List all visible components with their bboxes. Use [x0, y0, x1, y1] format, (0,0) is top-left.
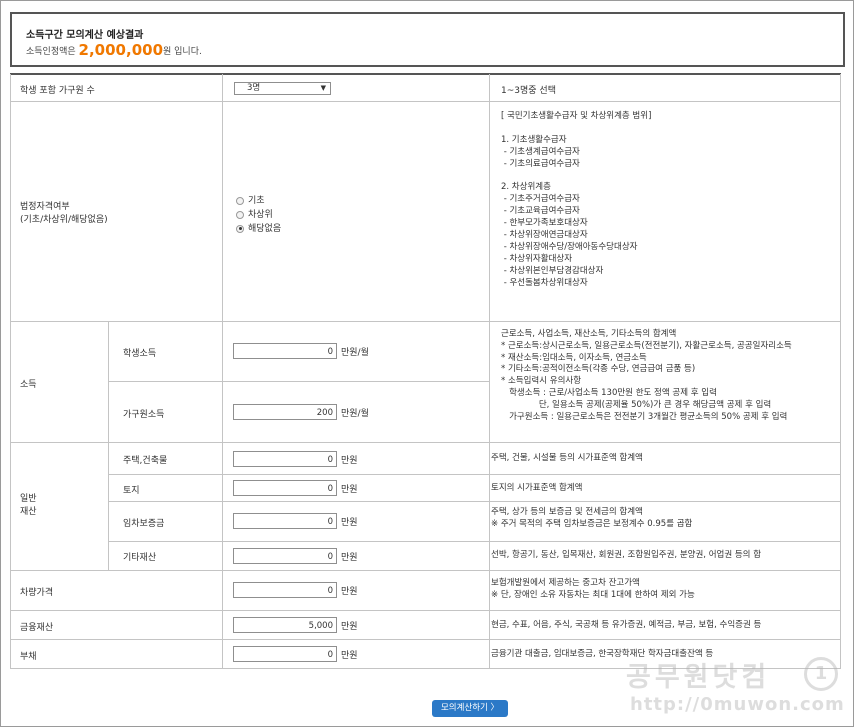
household-note: 1~3명중 선택 [501, 86, 556, 96]
vehicle-label: 차량가격 [20, 588, 54, 598]
legal-status-label: 법정자격여부 (기초/차상위/해당없음) [20, 202, 108, 225]
result-prefix: 소득인정액은 [26, 47, 79, 57]
row-divider [10, 442, 841, 443]
row-divider [10, 570, 841, 571]
radio-near-poverty-label: 차상위 [248, 210, 273, 220]
col-divider [222, 571, 223, 669]
legal-status-note: [ 국민기초생활수급자 및 차상위계층 범위] 1. 기초생활수급자 - 기초생… [501, 111, 652, 288]
debt-label: 부채 [20, 652, 37, 662]
dropdown-arrow-icon: ▼ [320, 84, 326, 92]
family-income-label: 가구원소득 [123, 410, 165, 420]
radio-icon [236, 210, 244, 219]
debt-unit: 만원 [341, 651, 358, 661]
property-deposit-input[interactable]: 0 [233, 513, 337, 529]
family-income-unit: 만원/월 [341, 409, 369, 419]
property-other-label: 기타재산 [123, 553, 157, 563]
property-other-unit: 만원 [341, 553, 358, 563]
col-divider [222, 74, 223, 102]
vehicle-note: 보험개발원에서 제공하는 중고차 잔고가액 ※ 단, 장애인 소유 자동차는 최… [491, 578, 695, 600]
property-land-input[interactable]: 0 [233, 480, 337, 496]
family-income-input[interactable]: 200 [233, 404, 337, 420]
household-selected: 3명 [247, 83, 261, 93]
property-deposit-unit: 만원 [341, 518, 358, 528]
vehicle-input[interactable]: 0 [233, 582, 337, 598]
student-income-label: 학생소득 [123, 349, 157, 359]
result-title: 소득구간 모의계산 예상결과 [26, 30, 144, 41]
row-divider [10, 639, 841, 640]
radio-basic[interactable]: 기초 [236, 193, 265, 206]
property-land-unit: 만원 [341, 485, 358, 495]
radio-selected-icon [236, 224, 244, 233]
income-label: 소득 [20, 380, 37, 390]
radio-none[interactable]: 해당없음 [236, 221, 281, 234]
result-line: 소득인정액은 2,000,000원 입니다. [26, 40, 202, 59]
general-property-label: 일반 재산 [20, 494, 37, 517]
row-divider [108, 501, 841, 502]
financial-label: 금융재산 [20, 623, 54, 633]
col-divider [222, 322, 223, 570]
property-housing-note: 주택, 건물, 시설물 등의 시가표준액 합계액 [491, 453, 643, 463]
financial-unit: 만원 [341, 622, 358, 632]
income-note: 근로소득, 사업소득, 재산소득, 기타소득의 합계액 * 근로소득:상시근로소… [501, 329, 792, 422]
result-amount: 2,000,000 [78, 41, 164, 59]
radio-basic-label: 기초 [248, 196, 265, 206]
table-bottom-border [10, 668, 841, 669]
radio-near-poverty[interactable]: 차상위 [236, 207, 273, 220]
row-divider [10, 101, 841, 102]
row-divider [10, 610, 841, 611]
row-divider [108, 474, 841, 475]
student-income-unit: 만원/월 [341, 348, 369, 358]
property-deposit-label: 임차보증금 [123, 519, 165, 529]
property-land-note: 토지의 시가표준액 합계액 [491, 483, 583, 493]
row-divider [108, 541, 841, 542]
property-housing-unit: 만원 [341, 456, 358, 466]
radio-icon [236, 196, 244, 205]
col-divider [222, 102, 223, 322]
property-deposit-note: 주택, 상가 등의 보증금 및 전세금의 합계액 ※ 주거 목적의 주택 임차보… [491, 507, 693, 529]
row-divider [108, 381, 489, 382]
property-land-label: 토지 [123, 486, 140, 496]
row-divider [10, 321, 841, 322]
household-select[interactable]: 3명 ▼ [234, 82, 331, 95]
student-income-input[interactable]: 0 [233, 343, 337, 359]
debt-note: 금융기관 대출금, 임대보증금, 한국장학재단 학자금대출잔액 등 [491, 649, 714, 659]
col-divider [108, 322, 109, 570]
simulate-button[interactable]: 모의계산하기 〉 [432, 700, 508, 717]
table-top-border [10, 73, 841, 75]
property-housing-input[interactable]: 0 [233, 451, 337, 467]
table-left-border [10, 74, 11, 669]
result-suffix: 원 입니다. [163, 47, 202, 57]
household-label: 학생 포함 가구원 수 [20, 86, 95, 96]
result-summary-box: 소득구간 모의계산 예상결과 소득인정액은 2,000,000원 입니다. [10, 12, 845, 67]
debt-input[interactable]: 0 [233, 646, 337, 662]
property-other-note: 선박, 항공기, 동산, 입목재산, 회원권, 조합원입주권, 분양권, 어업권… [491, 550, 762, 560]
col-divider [489, 74, 490, 669]
table-right-border [840, 74, 841, 669]
financial-note: 현금, 수표, 어음, 주식, 국공채 등 유가증권, 예적금, 부금, 보험,… [491, 620, 762, 630]
radio-none-label: 해당없음 [248, 224, 282, 234]
property-other-input[interactable]: 0 [233, 548, 337, 564]
property-housing-label: 주택,건축물 [123, 456, 168, 466]
vehicle-unit: 만원 [341, 587, 358, 597]
financial-input[interactable]: 5,000 [233, 617, 337, 633]
